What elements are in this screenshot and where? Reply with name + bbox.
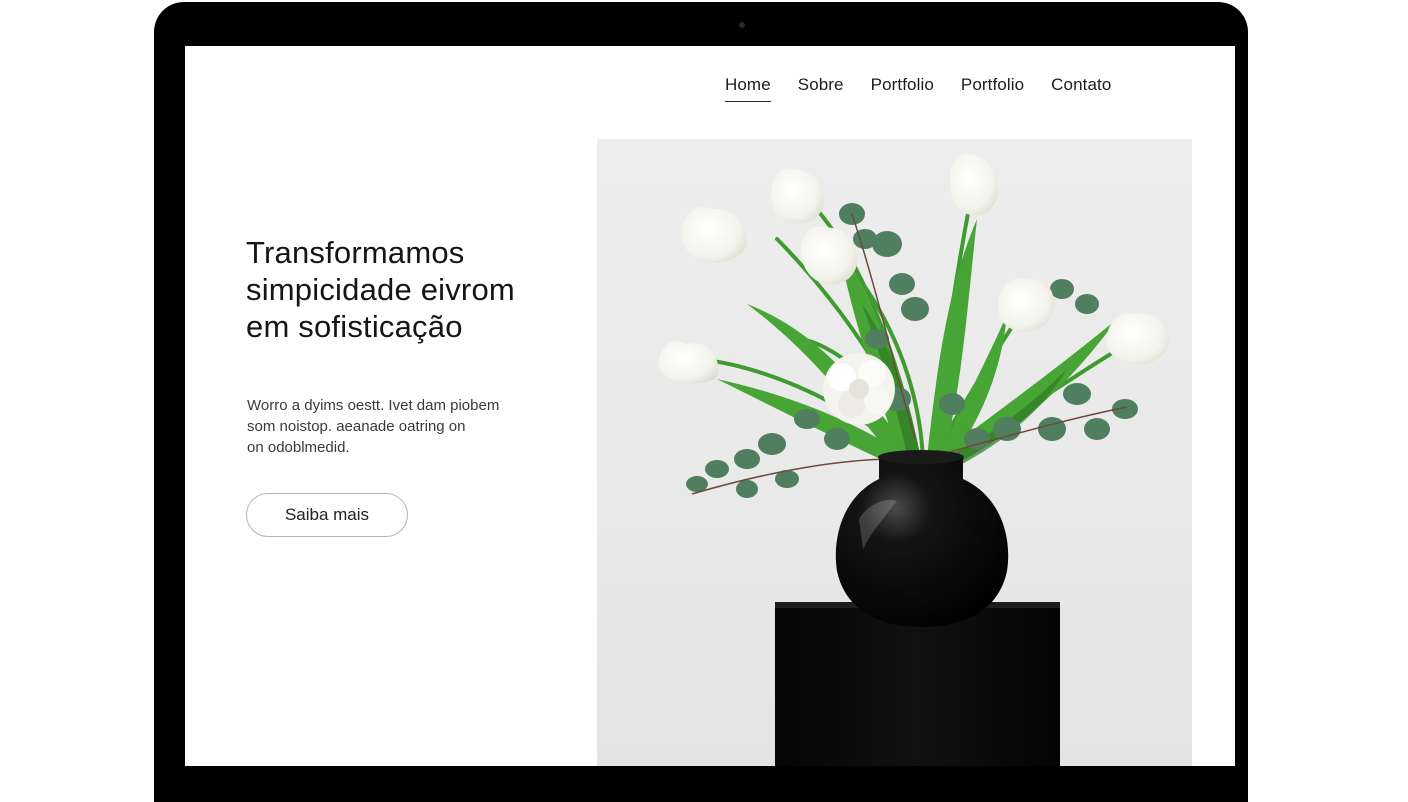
saiba-mais-button[interactable]: Saiba mais bbox=[246, 493, 408, 537]
vase bbox=[835, 450, 1009, 627]
stems bbox=[685, 192, 1139, 461]
nav-item-home[interactable]: Home bbox=[725, 75, 771, 102]
nav-item-portfolio-2[interactable]: Portfolio bbox=[961, 75, 1024, 102]
camera-icon bbox=[739, 22, 745, 28]
hero-description-line: Worro a dyims oestt. Ivet dam piobem bbox=[247, 397, 500, 414]
hero-image bbox=[597, 139, 1192, 766]
main-nav: Home Sobre Portfolio Portfolio Contato bbox=[725, 75, 1138, 102]
flower-vase-illustration bbox=[658, 154, 1170, 766]
hero-title-line: simpicidade eivrom bbox=[246, 272, 515, 307]
hero-description: Worro a dyims oestt. Ivet dam piobem som… bbox=[247, 395, 547, 458]
nav-item-sobre[interactable]: Sobre bbox=[798, 75, 844, 102]
hero-title: Transformamos simpicidade eivrom em sofi… bbox=[246, 234, 576, 345]
nav-item-contato[interactable]: Contato bbox=[1051, 75, 1111, 102]
chrysanthemum bbox=[823, 353, 895, 425]
hero-description-line: som noistop. aeanade oatring on bbox=[247, 418, 466, 435]
hero-title-line: Transformamos bbox=[246, 235, 465, 270]
hero-title-line: em sofisticação bbox=[246, 309, 463, 344]
hero-description-line: on odoblmedid. bbox=[247, 439, 350, 456]
nav-item-portfolio[interactable]: Portfolio bbox=[871, 75, 934, 102]
website-screen: Home Sobre Portfolio Portfolio Contato T… bbox=[185, 46, 1235, 766]
